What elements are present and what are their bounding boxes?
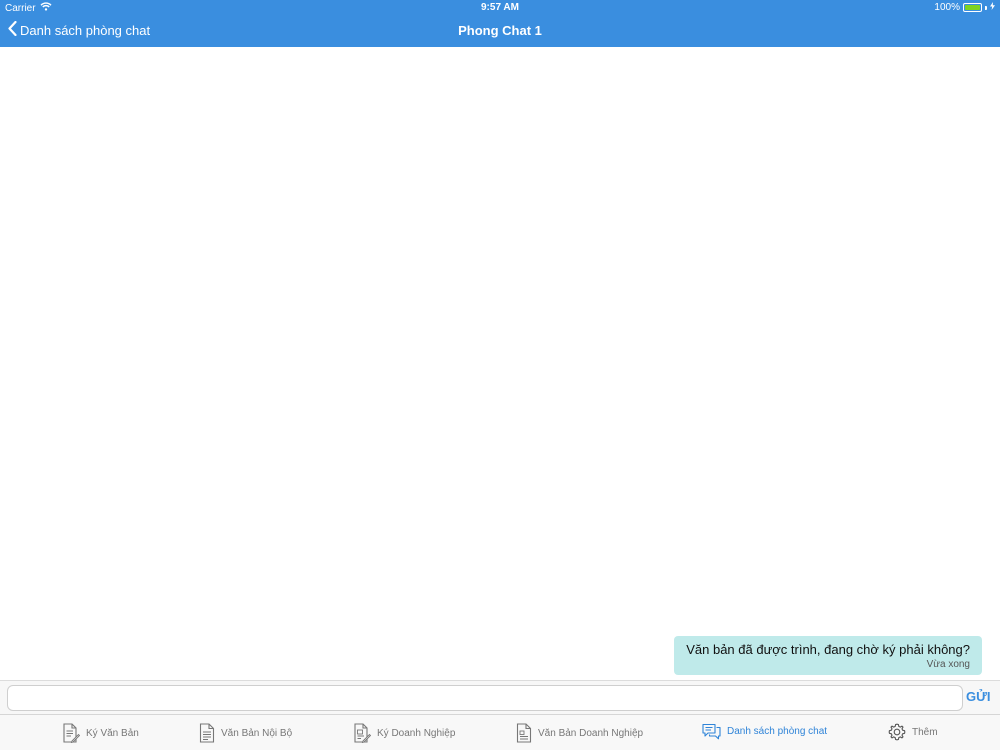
business-document-icon (516, 723, 532, 743)
tab-van-ban-doanh-nghiep[interactable]: Văn Bản Doanh Nghiệp (516, 723, 643, 743)
send-button[interactable]: GỬI (966, 689, 991, 704)
document-icon (199, 723, 215, 743)
page-title: Phong Chat 1 (458, 23, 542, 38)
sign-business-icon (353, 723, 371, 743)
tab-danh-sach-phong-chat[interactable]: Danh sách phòng chat (702, 723, 827, 740)
gear-icon (888, 723, 906, 741)
tab-them[interactable]: Thêm (888, 723, 938, 741)
tab-van-ban-noi-bo[interactable]: Văn Bản Nội Bộ (199, 723, 292, 743)
status-bar: Carrier 9:57 AM 100% (0, 0, 1000, 16)
tab-label: Danh sách phòng chat (727, 726, 828, 737)
battery-percent: 100% (934, 2, 960, 13)
tab-ky-van-ban[interactable]: Ký Văn Bản (62, 723, 139, 743)
tab-label: Ký Doanh Nghiệp (377, 727, 456, 739)
navigation-bar: Danh sách phòng chat Phong Chat 1 (0, 16, 1000, 47)
sign-document-icon (62, 723, 80, 743)
tab-label: Ký Văn Bản (86, 727, 139, 739)
tab-bar: Ký Văn Bản Văn Bản Nội Bộ Ký Doanh Nghiệ… (0, 714, 1000, 750)
battery-tip (985, 5, 987, 10)
top-bar: Carrier 9:57 AM 100% Danh sách phòng cha… (0, 0, 1000, 47)
chat-bubbles-icon (702, 723, 721, 740)
battery-group: 100% (934, 2, 995, 13)
battery-icon (963, 3, 982, 12)
message-bubble[interactable]: Văn bản đã được trình, đang chờ ký phải … (674, 636, 982, 675)
message-text: Văn bản đã được trình, đang chờ ký phải … (686, 642, 970, 657)
message-timestamp: Vừa xong (926, 659, 970, 670)
message-composer: GỬI (0, 680, 1000, 714)
tab-label: Thêm (912, 726, 938, 738)
charging-icon (990, 2, 995, 13)
tab-label: Văn Bản Doanh Nghiệp (538, 727, 644, 739)
chat-message-area[interactable]: Văn bản đã được trình, đang chờ ký phải … (0, 47, 1000, 680)
status-time: 9:57 AM (481, 2, 519, 13)
message-input[interactable] (7, 685, 963, 711)
tab-ky-doanh-nghiep[interactable]: Ký Doanh Nghiệp (353, 723, 455, 743)
tab-label: Văn Bản Nội Bộ (221, 727, 293, 739)
